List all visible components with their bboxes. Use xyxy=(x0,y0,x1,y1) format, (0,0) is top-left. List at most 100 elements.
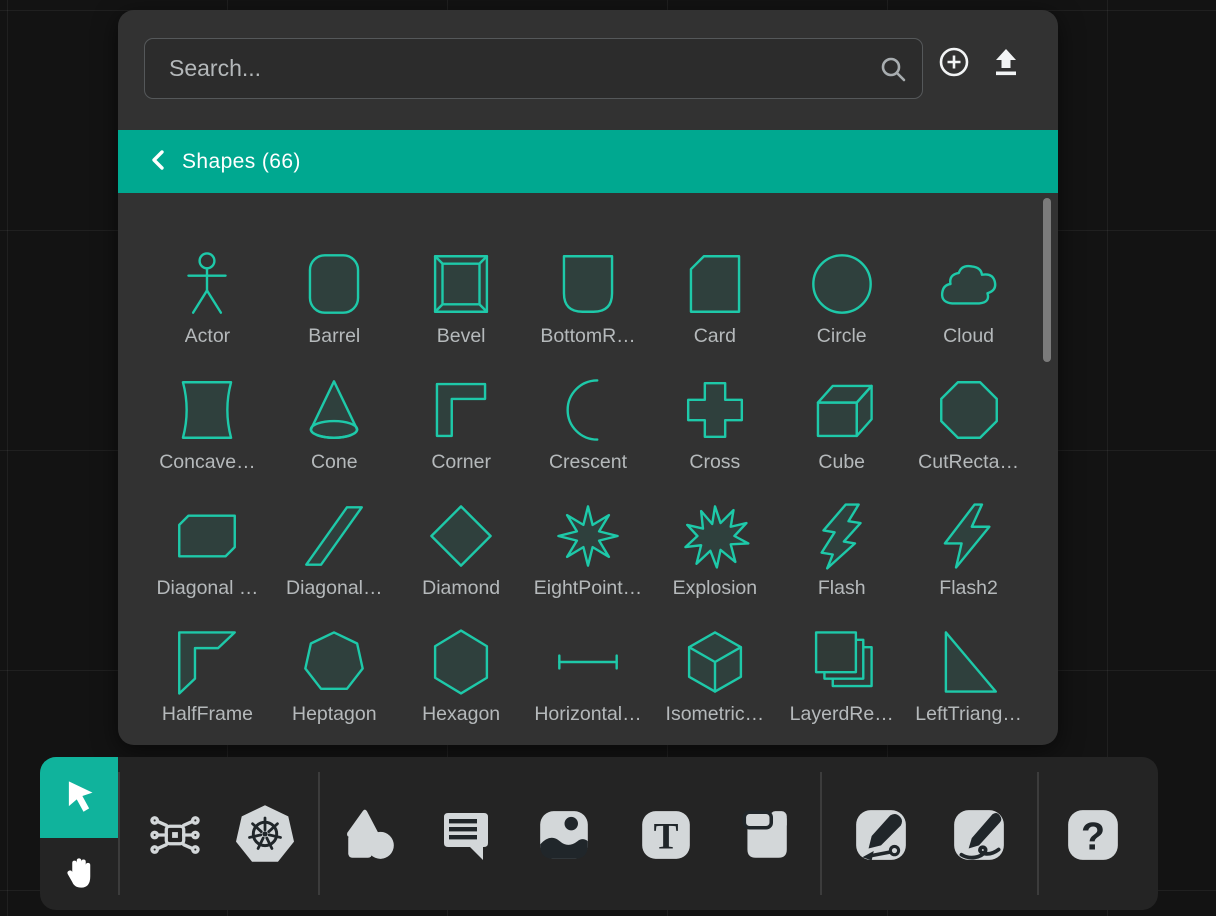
shape-label: Cone xyxy=(311,449,358,475)
pan-tool-button[interactable] xyxy=(40,838,118,910)
concave-shape-icon xyxy=(170,371,244,449)
shape-tile[interactable]: LeftTriang… xyxy=(905,623,1032,727)
toolbar-divider xyxy=(118,772,120,895)
actor-shape-icon xyxy=(170,245,244,323)
circle-shape-icon xyxy=(805,245,879,323)
shape-label: BottomR… xyxy=(540,323,635,349)
shape-label: LeftTriang… xyxy=(915,701,1022,727)
cut-rectangle-shape-icon xyxy=(932,371,1006,449)
shape-label: HalfFrame xyxy=(162,701,253,727)
heptagon-shape-icon xyxy=(297,623,371,701)
shape-tile[interactable]: Crescent xyxy=(525,371,652,475)
card-shape-icon xyxy=(678,245,752,323)
bottom-round-rect-shape-icon xyxy=(551,245,625,323)
shape-label: Circle xyxy=(817,323,867,349)
diagonal-rect-shape-icon xyxy=(170,497,244,575)
shape-tile[interactable]: EightPoint… xyxy=(525,497,652,601)
sticky-note-tool-button[interactable] xyxy=(734,806,794,866)
shape-tile[interactable]: Explosion xyxy=(651,497,778,601)
search-row xyxy=(118,10,1058,130)
shape-tile[interactable]: Cross xyxy=(651,371,778,475)
diamond-shape-icon xyxy=(424,497,498,575)
shape-tile[interactable]: BottomR… xyxy=(525,245,652,349)
shape-tile[interactable]: Flash xyxy=(778,497,905,601)
search-input[interactable] xyxy=(145,39,922,98)
add-circle-icon xyxy=(937,45,971,82)
pen-connector-tool-button[interactable] xyxy=(851,806,911,866)
shape-tile[interactable]: Cube xyxy=(778,371,905,475)
shape-label: Isometric… xyxy=(666,701,765,727)
shape-tile[interactable]: Heptagon xyxy=(271,623,398,727)
shape-label: Actor xyxy=(185,323,231,349)
shape-tile[interactable]: Hexagon xyxy=(398,623,525,727)
add-shape-button[interactable] xyxy=(934,43,974,83)
shape-tile[interactable]: Isometric… xyxy=(651,623,778,727)
kubernetes-tool-button[interactable] xyxy=(230,801,300,871)
shape-tile[interactable]: Actor xyxy=(144,245,271,349)
toolbar-divider xyxy=(1037,772,1039,895)
freehand-pencil-tool-button[interactable] xyxy=(949,806,1009,866)
hexagon-shape-icon xyxy=(424,623,498,701)
shape-tile[interactable]: Diagonal … xyxy=(144,497,271,601)
canvas[interactable]: Shapes (66) Actor Barrel Bevel BottomR… Card… xyxy=(0,0,1216,916)
shape-tile[interactable]: Concave… xyxy=(144,371,271,475)
shapes-library-tool-button[interactable] xyxy=(339,805,401,867)
back-button[interactable] xyxy=(148,148,170,175)
shape-label: Cube xyxy=(818,449,865,475)
kubernetes-icon xyxy=(231,801,299,872)
bottom-toolbar: T xyxy=(40,757,1158,910)
shape-tile[interactable]: HalfFrame xyxy=(144,623,271,727)
shape-tile[interactable]: Cloud xyxy=(905,245,1032,349)
cross-shape-icon xyxy=(678,371,752,449)
shape-tile[interactable]: Horizontal… xyxy=(525,623,652,727)
shape-tile[interactable]: Card xyxy=(651,245,778,349)
flash-shape-icon xyxy=(805,497,879,575)
diagonal-stripe-shape-icon xyxy=(297,497,371,575)
shape-tile[interactable]: Diagonal… xyxy=(271,497,398,601)
explosion-shape-icon xyxy=(678,497,752,575)
sticky-note-icon xyxy=(735,806,793,867)
shape-tile[interactable]: CutRecta… xyxy=(905,371,1032,475)
select-tool-button[interactable] xyxy=(40,757,118,838)
svg-text:?: ? xyxy=(1081,814,1105,858)
isometric-cube-shape-icon xyxy=(678,623,752,701)
text-tool-button[interactable]: T xyxy=(636,806,696,866)
cube-shape-icon xyxy=(805,371,879,449)
shape-label: Concave… xyxy=(159,449,255,475)
shape-label: Corner xyxy=(431,449,491,475)
shape-label: Card xyxy=(694,323,736,349)
shape-label: Cloud xyxy=(943,323,994,349)
shape-tile[interactable]: Flash2 xyxy=(905,497,1032,601)
shape-tile[interactable]: Bevel xyxy=(398,245,525,349)
horizontal-line-shape-icon xyxy=(551,623,625,701)
upload-shape-button[interactable] xyxy=(986,43,1026,83)
shapes-library-icon xyxy=(341,806,399,867)
shape-label: Flash2 xyxy=(939,575,998,601)
search-box xyxy=(144,38,923,99)
eight-point-star-shape-icon xyxy=(551,497,625,575)
toolbar-divider xyxy=(820,772,822,895)
image-tool-button[interactable] xyxy=(534,806,594,866)
shapes-panel: Shapes (66) Actor Barrel Bevel BottomR… Card… xyxy=(118,10,1058,745)
shape-label: CutRecta… xyxy=(918,449,1019,475)
shape-tile[interactable]: Corner xyxy=(398,371,525,475)
shape-tile[interactable]: Cone xyxy=(271,371,398,475)
shape-label: Crescent xyxy=(549,449,627,475)
shape-tile[interactable]: LayerdRe… xyxy=(778,623,905,727)
shape-label: Diagonal… xyxy=(286,575,382,601)
shapes-category-header: Shapes (66) xyxy=(118,130,1058,193)
shape-tile[interactable]: Diamond xyxy=(398,497,525,601)
half-frame-shape-icon xyxy=(170,623,244,701)
shape-label: Bevel xyxy=(437,323,486,349)
comment-icon xyxy=(438,807,494,866)
help-button[interactable]: ? xyxy=(1063,806,1123,866)
panel-scrollbar-thumb[interactable] xyxy=(1043,198,1051,362)
shape-tile[interactable]: Barrel xyxy=(271,245,398,349)
cursor-arrow-icon xyxy=(61,778,97,817)
shape-tile[interactable]: Circle xyxy=(778,245,905,349)
comment-tool-button[interactable] xyxy=(437,807,495,865)
pen-connector-icon xyxy=(852,806,910,867)
corner-shape-icon xyxy=(424,371,498,449)
image-icon xyxy=(535,806,593,867)
circuit-diagram-tool-button[interactable] xyxy=(143,804,207,868)
